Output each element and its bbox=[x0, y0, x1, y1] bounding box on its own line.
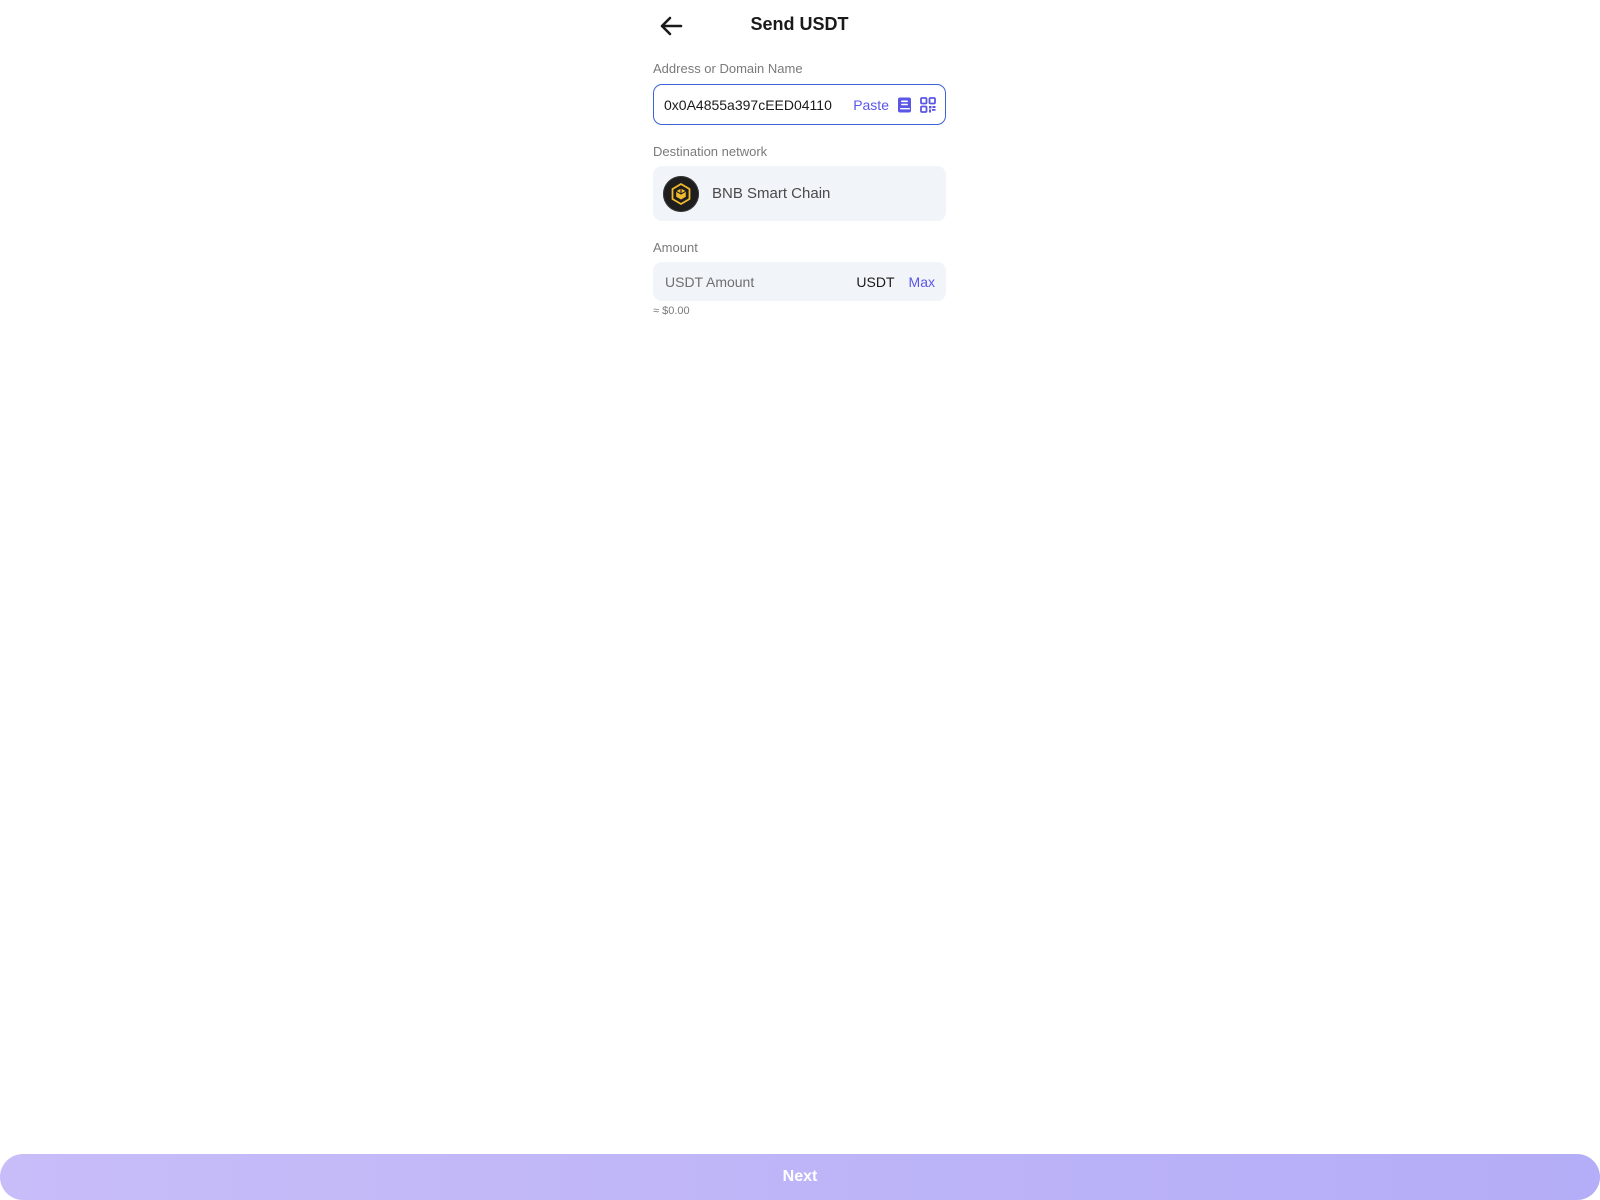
send-page: Send USDT Address or Domain Name Paste bbox=[0, 0, 1600, 1200]
paste-button[interactable]: Paste bbox=[853, 97, 889, 113]
network-logo bbox=[663, 175, 699, 212]
amount-input[interactable] bbox=[665, 273, 849, 290]
scan-qr-button[interactable] bbox=[920, 96, 936, 113]
network-label: Destination network bbox=[653, 144, 768, 159]
usd-estimate: ≈ $0.00 bbox=[653, 305, 690, 317]
network-name: BNB Smart Chain bbox=[712, 185, 831, 202]
max-button[interactable]: Max bbox=[909, 274, 935, 290]
address-book-button[interactable] bbox=[897, 97, 912, 113]
header: Send USDT bbox=[653, 0, 946, 52]
network-selector[interactable]: BNB Smart Chain bbox=[653, 166, 946, 221]
qr-code-icon bbox=[920, 96, 936, 113]
address-input[interactable] bbox=[664, 96, 842, 113]
address-field: Paste bbox=[653, 84, 946, 125]
amount-field: USDT Max bbox=[653, 262, 946, 301]
amount-label: Amount bbox=[653, 240, 698, 255]
next-button[interactable]: Next bbox=[0, 1154, 1600, 1200]
send-form: Send USDT Address or Domain Name Paste bbox=[653, 0, 946, 317]
bnb-logo-icon bbox=[671, 182, 691, 205]
page-title: Send USDT bbox=[750, 14, 849, 34]
address-book-icon bbox=[898, 97, 911, 112]
address-label: Address or Domain Name bbox=[653, 61, 803, 76]
amount-currency: USDT bbox=[856, 273, 895, 290]
